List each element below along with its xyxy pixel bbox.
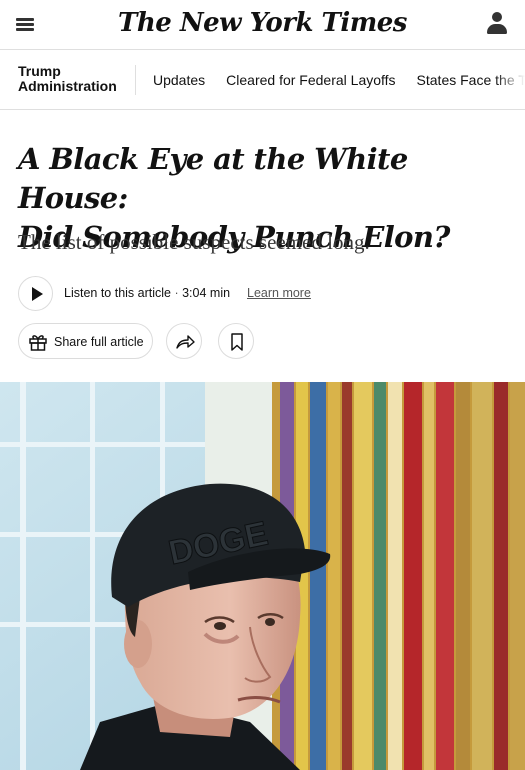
section-subnav: Trump Administration Updates Cleared for … xyxy=(0,50,525,110)
audio-duration: 3:04 min xyxy=(182,286,231,300)
section-label[interactable]: Trump Administration xyxy=(18,64,117,94)
listen-label: Listen to this article xyxy=(64,286,171,300)
subnav-fade xyxy=(495,50,525,109)
hero-photo: DOGE xyxy=(0,382,525,770)
nyt-logo[interactable]: The New York Times xyxy=(0,8,525,38)
play-icon xyxy=(32,287,43,301)
masthead: The New York Times xyxy=(0,0,525,50)
share-label: Share full article xyxy=(54,335,144,349)
subnav-divider xyxy=(135,65,136,95)
audio-separator: · xyxy=(171,286,183,300)
gift-icon xyxy=(29,335,47,351)
share-full-article-button[interactable]: Share full article xyxy=(18,323,153,359)
subnav-link-layoffs[interactable]: Cleared for Federal Layoffs xyxy=(226,72,395,88)
share-forward-button[interactable] xyxy=(166,323,202,359)
section-label-line1: Trump xyxy=(18,63,61,79)
headline-line1: A Black Eye at the White House: xyxy=(18,142,408,215)
forward-arrow-icon xyxy=(176,335,195,349)
play-audio-button[interactable] xyxy=(18,276,53,311)
subnav-link-updates[interactable]: Updates xyxy=(153,72,205,88)
article-summary: The list of possible suspects seemed lon… xyxy=(18,230,370,254)
learn-more-link[interactable]: Learn more xyxy=(247,286,311,300)
save-bookmark-button[interactable] xyxy=(218,323,254,359)
section-label-line2: Administration xyxy=(18,78,117,94)
bookmark-icon xyxy=(231,333,243,351)
subnav-links: Updates Cleared for Federal Layoffs States… xyxy=(153,72,525,88)
audio-info: Listen to this article · 3:04 min xyxy=(64,286,230,300)
account-person-icon[interactable] xyxy=(487,12,507,36)
